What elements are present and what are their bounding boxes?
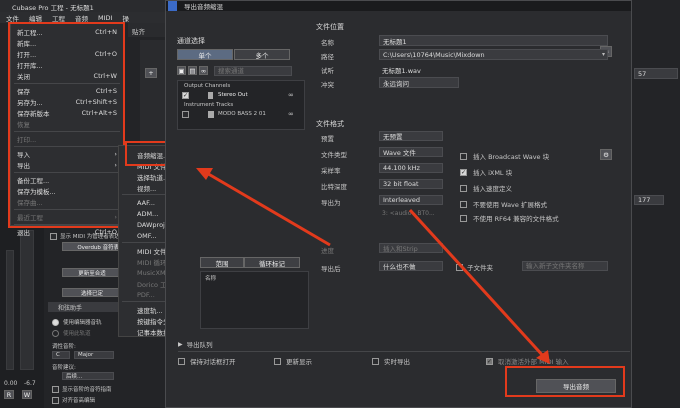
arrow-to-export xyxy=(408,208,547,360)
annotation-arrows xyxy=(196,168,550,364)
arrow-to-mixdown xyxy=(204,170,331,247)
